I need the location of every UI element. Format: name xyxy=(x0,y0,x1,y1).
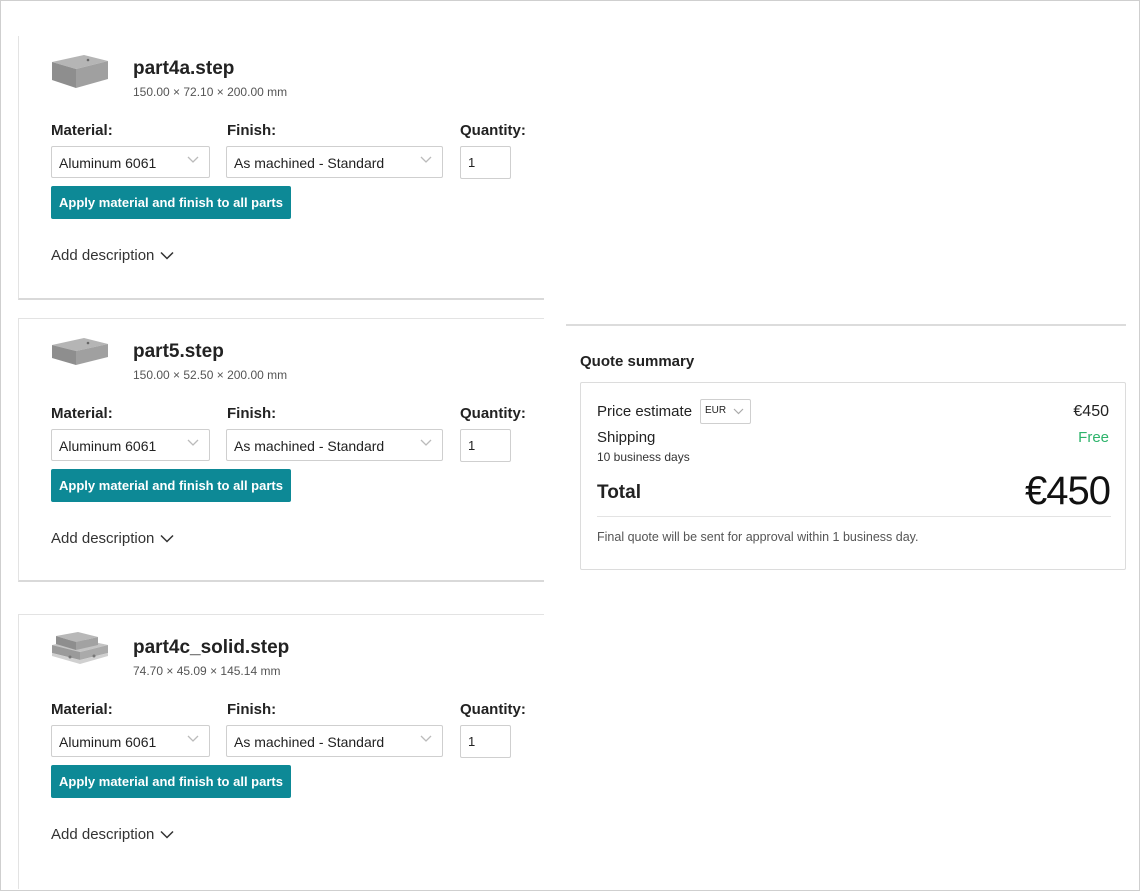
add-description-label: Add description xyxy=(51,530,155,547)
part-dimensions: 74.70 × 45.09 × 145.14 mm xyxy=(133,664,281,678)
material-label: Material: xyxy=(51,122,113,139)
chevron-down-icon xyxy=(420,735,432,742)
shipping-label: Shipping xyxy=(597,429,656,446)
total-label: Total xyxy=(597,482,641,503)
chevron-down-icon xyxy=(160,534,174,543)
material-label: Material: xyxy=(51,405,113,422)
final-quote-note: Final quote will be sent for approval wi… xyxy=(597,530,919,544)
chevron-down-icon xyxy=(187,439,199,446)
stepped-part-icon xyxy=(52,632,108,664)
currency-select[interactable]: EUR xyxy=(700,399,751,424)
summary-inner-divider xyxy=(597,516,1111,517)
add-description-toggle[interactable]: Add description xyxy=(51,530,174,547)
chevron-down-icon xyxy=(187,156,199,163)
box-part-icon xyxy=(52,55,108,88)
part-dimensions: 150.00 × 72.10 × 200.00 mm xyxy=(133,85,288,99)
shipping-value: Free xyxy=(1078,429,1109,446)
quantity-input[interactable]: 1 xyxy=(460,429,511,462)
material-select[interactable]: Aluminum 6061 xyxy=(51,429,210,461)
quantity-label: Quantity: xyxy=(460,701,526,718)
finish-select[interactable]: As machined - Standard xyxy=(226,146,443,178)
finish-select[interactable]: As machined - Standard xyxy=(226,429,443,461)
part-card: part4c_solid.step 74.70 × 45.09 × 145.14… xyxy=(18,614,544,889)
price-estimate-value: €450 xyxy=(1073,403,1109,420)
quantity-label: Quantity: xyxy=(460,405,526,422)
chevron-down-icon xyxy=(160,251,174,260)
quote-summary-box: Price estimate EUR €450 Shipping Free 10… xyxy=(580,382,1126,570)
finish-select-value: As machined - Standard xyxy=(234,155,385,171)
chevron-down-icon xyxy=(733,408,744,415)
box-part-icon xyxy=(52,338,108,365)
part-name: part5.step xyxy=(133,341,224,362)
finish-label: Finish: xyxy=(227,122,277,139)
material-select-value: Aluminum 6061 xyxy=(59,438,157,454)
shipping-days: 10 business days xyxy=(597,450,690,464)
add-description-label: Add description xyxy=(51,247,155,264)
currency-value: EUR xyxy=(705,405,727,416)
material-select[interactable]: Aluminum 6061 xyxy=(51,146,210,178)
chevron-down-icon xyxy=(420,156,432,163)
chevron-down-icon xyxy=(420,439,432,446)
part-name: part4a.step xyxy=(133,58,235,79)
quantity-input[interactable]: 1 xyxy=(460,725,511,758)
add-description-toggle[interactable]: Add description xyxy=(51,247,174,264)
total-value: €450 xyxy=(1025,469,1111,513)
price-estimate-label: Price estimate xyxy=(597,403,693,420)
chevron-down-icon xyxy=(160,830,174,839)
quantity-input[interactable]: 1 xyxy=(460,146,511,179)
part-name: part4c_solid.step xyxy=(133,637,290,658)
part-dimensions: 150.00 × 52.50 × 200.00 mm xyxy=(133,368,288,382)
add-description-label: Add description xyxy=(51,826,155,843)
material-label: Material: xyxy=(51,701,113,718)
apply-to-all-button[interactable]: Apply material and finish to all parts xyxy=(51,765,291,798)
finish-select-value: As machined - Standard xyxy=(234,734,385,750)
finish-select-value: As machined - Standard xyxy=(234,438,385,454)
part-card: part4a.step 150.00 × 72.10 × 200.00 mm M… xyxy=(18,36,544,300)
chevron-down-icon xyxy=(187,735,199,742)
material-select-value: Aluminum 6061 xyxy=(59,155,157,171)
quote-summary-title: Quote summary xyxy=(580,353,695,370)
apply-to-all-button[interactable]: Apply material and finish to all parts xyxy=(51,186,291,219)
apply-to-all-button[interactable]: Apply material and finish to all parts xyxy=(51,469,291,502)
material-select-value: Aluminum 6061 xyxy=(59,734,157,750)
material-select[interactable]: Aluminum 6061 xyxy=(51,725,210,757)
part-card: part5.step 150.00 × 52.50 × 200.00 mm Ma… xyxy=(18,318,544,582)
finish-label: Finish: xyxy=(227,405,277,422)
finish-select[interactable]: As machined - Standard xyxy=(226,725,443,757)
summary-divider xyxy=(566,324,1126,326)
finish-label: Finish: xyxy=(227,701,277,718)
quantity-label: Quantity: xyxy=(460,122,526,139)
add-description-toggle[interactable]: Add description xyxy=(51,826,174,843)
